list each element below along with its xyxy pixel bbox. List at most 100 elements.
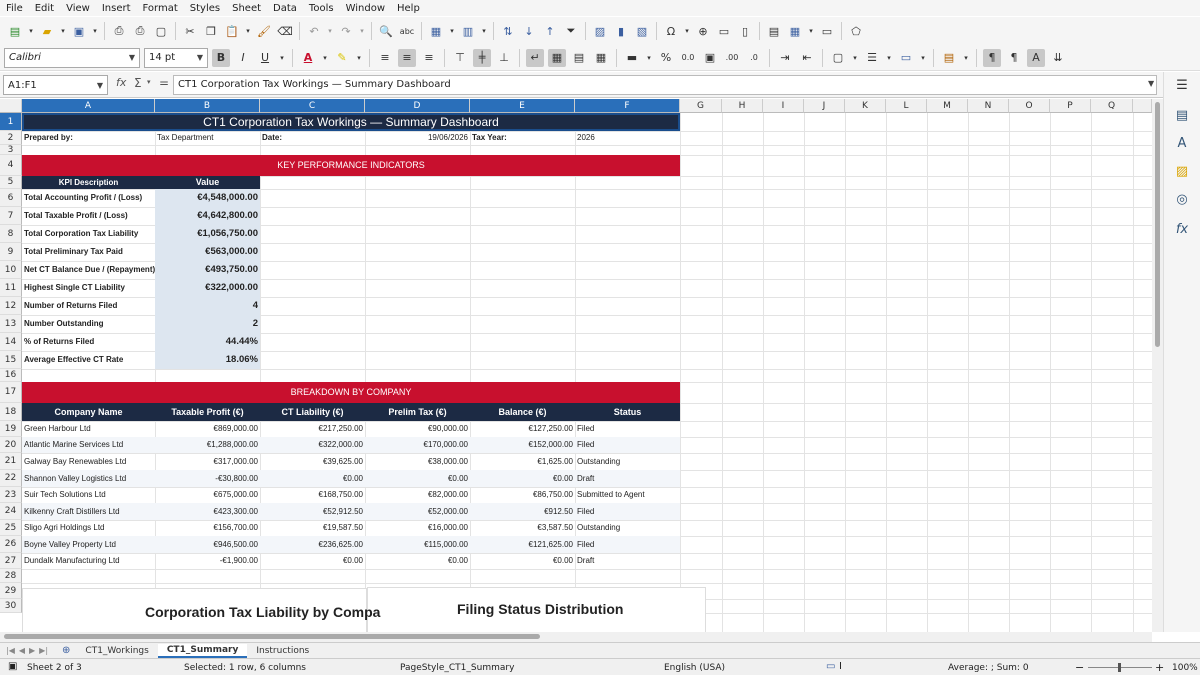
vertical-scrollbar-thumb[interactable] — [1155, 102, 1160, 347]
percent-format-button[interactable]: % — [657, 49, 675, 67]
new-document-icon[interactable]: ▤ — [6, 22, 24, 40]
column-header-p[interactable]: P — [1050, 99, 1091, 113]
print-preview-icon[interactable]: ▢ — [152, 22, 170, 40]
menu-styles[interactable]: Styles — [190, 3, 220, 14]
clear-formatting-icon[interactable]: ⌫ — [276, 22, 294, 40]
menu-insert[interactable]: Insert — [102, 3, 131, 14]
hyperlink-icon[interactable]: ⊕ — [694, 22, 712, 40]
row-icon[interactable]: ▦ — [427, 22, 445, 40]
expand-formula-icon[interactable]: ▼ — [1148, 79, 1154, 88]
zoom-slider-knob[interactable] — [1118, 663, 1121, 672]
special-character-dropdown-icon[interactable]: ▾ — [683, 22, 691, 40]
zoom-level[interactable]: 100% — [1172, 663, 1198, 673]
right-to-left-icon[interactable]: ¶ — [1005, 49, 1023, 67]
row-header-27[interactable]: 27 — [0, 553, 22, 569]
paste-icon[interactable]: 📋 — [223, 22, 241, 40]
unmerge-icon[interactable]: ▤ — [570, 49, 588, 67]
font-color-dropdown-icon[interactable]: ▾ — [321, 49, 329, 67]
row-header-3[interactable]: 3 — [0, 145, 22, 155]
formula-equals-icon[interactable]: = — [159, 76, 169, 90]
align-left-icon[interactable]: ≡ — [376, 49, 394, 67]
menu-tools[interactable]: Tools — [309, 3, 334, 14]
row-dropdown-icon[interactable]: ▾ — [448, 22, 456, 40]
align-top-icon[interactable]: ⊤ — [451, 49, 469, 67]
menu-format[interactable]: Format — [143, 3, 178, 14]
border-style-dropdown-icon[interactable]: ▾ — [885, 49, 893, 67]
border-color-dropdown-icon[interactable]: ▾ — [919, 49, 927, 67]
headers-footers-icon[interactable]: ▯ — [736, 22, 754, 40]
row-header-17[interactable]: 17 — [0, 382, 22, 403]
prev-sheet-icon[interactable]: ◀ — [19, 646, 25, 655]
row-header-21[interactable]: 21 — [0, 453, 22, 470]
row-header-14[interactable]: 14 — [0, 333, 22, 351]
sheet-tab-instructions[interactable]: Instructions — [247, 644, 318, 658]
undo-dropdown-icon[interactable]: ▾ — [326, 22, 334, 40]
increase-indent-icon[interactable]: ⇥ — [776, 49, 794, 67]
decrease-indent-icon[interactable]: ⇤ — [798, 49, 816, 67]
pivot-table-icon[interactable]: ▧ — [633, 22, 651, 40]
currency-dropdown-icon[interactable]: ▾ — [645, 49, 653, 67]
freeze-dropdown-icon[interactable]: ▾ — [807, 22, 815, 40]
paste-dropdown-icon[interactable]: ▾ — [244, 22, 252, 40]
row-header-28[interactable]: 28 — [0, 569, 22, 583]
sum-dropdown-icon[interactable]: ▾ — [147, 78, 151, 86]
next-sheet-icon[interactable]: ▶ — [29, 646, 35, 655]
add-sheet-icon[interactable]: ⊕ — [62, 645, 70, 656]
define-print-area-icon[interactable]: ▤ — [765, 22, 783, 40]
show-draw-functions-icon[interactable]: ⬠ — [847, 22, 865, 40]
sort-ascending-icon[interactable]: ↓ — [520, 22, 538, 40]
freeze-rows-columns-icon[interactable]: ▦ — [786, 22, 804, 40]
column-header-m[interactable]: M — [927, 99, 968, 113]
cut-icon[interactable]: ✂ — [181, 22, 199, 40]
merge-center-icon[interactable]: ▦ — [548, 48, 566, 67]
menu-help[interactable]: Help — [397, 3, 420, 14]
highlight-color-icon[interactable]: ✎ — [333, 49, 351, 67]
autofilter-icon[interactable]: ⏷ — [562, 22, 580, 40]
column-header-o[interactable]: O — [1009, 99, 1050, 113]
vertical-text-icon[interactable]: ⇊ — [1049, 49, 1067, 67]
chevron-down-icon[interactable]: ▼ — [197, 53, 203, 62]
open-folder-icon[interactable]: ▰ — [38, 22, 56, 40]
selection-mode-icon[interactable]: ▭ — [826, 661, 835, 672]
row-header-29[interactable]: 29 — [0, 583, 22, 599]
borders-icon[interactable]: ▢ — [829, 49, 847, 67]
copy-icon[interactable]: ❐ — [202, 22, 220, 40]
menu-edit[interactable]: Edit — [35, 3, 54, 14]
left-to-right-icon[interactable]: ¶ — [983, 48, 1001, 67]
sidebar-menu-icon[interactable]: ☰ — [1173, 78, 1191, 96]
column-dropdown-icon[interactable]: ▾ — [480, 22, 488, 40]
align-middle-icon[interactable]: ╪ — [473, 48, 491, 67]
functions-icon[interactable]: fx — [1173, 222, 1191, 240]
row-header-1[interactable]: 1 — [0, 113, 22, 131]
row-header-5[interactable]: 5 — [0, 176, 22, 189]
first-sheet-icon[interactable]: |◀ — [6, 646, 15, 655]
bold-button[interactable]: B — [212, 48, 230, 67]
border-color-icon[interactable]: ▭ — [897, 49, 915, 67]
row-header-22[interactable]: 22 — [0, 470, 22, 487]
page-style[interactable]: PageStyle_CT1_Summary — [400, 663, 514, 673]
row-header-19[interactable]: 19 — [0, 421, 22, 437]
redo-dropdown-icon[interactable]: ▾ — [358, 22, 366, 40]
row-header-18[interactable]: 18 — [0, 403, 22, 421]
row-header-15[interactable]: 15 — [0, 351, 22, 369]
row-header-11[interactable]: 11 — [0, 279, 22, 297]
styles-icon[interactable]: A — [1173, 136, 1191, 154]
select-all-corner[interactable] — [0, 99, 22, 113]
find-replace-icon[interactable]: 🔍 — [377, 22, 395, 40]
row-header-9[interactable]: 9 — [0, 243, 22, 261]
function-wizard-icon[interactable]: fx — [116, 76, 126, 89]
row-header-2[interactable]: 2 — [0, 131, 22, 145]
column-header-l[interactable]: L — [886, 99, 927, 113]
font-size-combo[interactable]: 14 pt ▼ — [144, 47, 208, 68]
menu-window[interactable]: Window — [346, 3, 385, 14]
column-header-k[interactable]: K — [845, 99, 886, 113]
column-header-c[interactable]: C — [260, 99, 365, 113]
number-format-button[interactable]: 0.0 — [679, 49, 697, 67]
row-header-4[interactable]: 4 — [0, 155, 22, 176]
currency-format-icon[interactable]: ▬ — [623, 49, 641, 67]
date-format-icon[interactable]: ▣ — [701, 49, 719, 67]
row-header-25[interactable]: 25 — [0, 520, 22, 536]
menu-view[interactable]: View — [66, 3, 90, 14]
wrap-text-icon[interactable]: ↵ — [526, 48, 544, 67]
open-dropdown-icon[interactable]: ▾ — [59, 22, 67, 40]
